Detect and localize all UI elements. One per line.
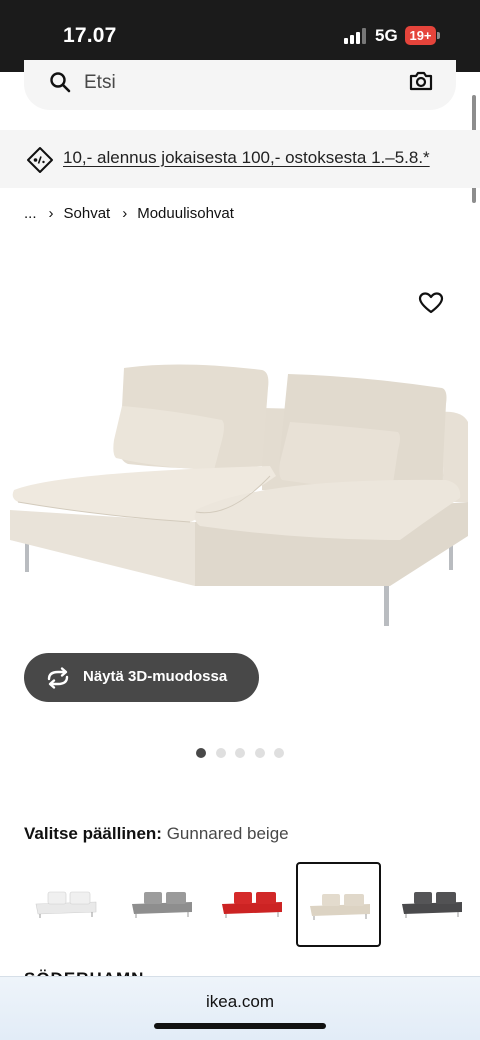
url-text[interactable]: ikea.com <box>0 992 480 1012</box>
swatch-beige-selected[interactable] <box>296 862 381 947</box>
swatch-sofa-thumbnail <box>402 892 462 918</box>
chevron-right-icon: › <box>48 205 54 222</box>
swatch-white[interactable] <box>24 862 109 947</box>
heart-icon[interactable] <box>418 291 444 315</box>
view-3d-button[interactable]: Näytä 3D-muodossa <box>24 653 259 702</box>
breadcrumb: ... › Sohvat › Moduulisohvat <box>24 205 234 222</box>
network-type: 5G <box>375 26 398 45</box>
carousel-dot[interactable] <box>235 748 245 758</box>
battery-tip <box>437 32 440 39</box>
battery-icon: 19+ <box>405 26 436 45</box>
breadcrumb-item-sohvat[interactable]: Sohvat <box>64 205 111 222</box>
promo-banner[interactable]: 10,- alennus jokaisesta 100,- ostoksesta… <box>0 130 480 188</box>
carousel-dots <box>196 748 284 758</box>
swatch-sofa-thumbnail <box>35 891 97 918</box>
search-input[interactable]: Etsi <box>84 72 116 94</box>
camera-icon[interactable] <box>408 69 434 93</box>
cover-selector-label: Valitse päällinen: Gunnared beige <box>24 824 289 844</box>
swatch-sofa-thumbnail <box>310 894 370 920</box>
view-3d-label: Näytä 3D-muodossa <box>83 668 228 685</box>
cover-selected-value: Gunnared beige <box>166 824 289 843</box>
carousel-dot[interactable] <box>215 748 226 758</box>
home-indicator[interactable] <box>154 1023 326 1029</box>
breadcrumb-item-moduulisohvat[interactable]: Moduulisohvat <box>137 205 234 222</box>
carousel-dot[interactable] <box>196 748 206 758</box>
search-bar[interactable]: Etsi <box>24 60 456 110</box>
cover-label: Valitse päällinen: <box>24 824 162 843</box>
swatch-red[interactable] <box>210 862 295 947</box>
breadcrumb-item-ellipsis[interactable]: ... <box>24 205 37 222</box>
browser-url-bar[interactable]: ikea.com <box>0 976 480 1040</box>
cover-swatches <box>24 862 480 947</box>
chevron-right-icon: › <box>122 205 128 222</box>
carousel-dot[interactable] <box>254 748 265 758</box>
swatch-dark-grey[interactable] <box>390 862 475 947</box>
promo-link[interactable]: 10,- alennus jokaisesta 100,- ostoksesta… <box>63 148 430 168</box>
price-tag-icon <box>27 147 53 173</box>
search-icon <box>50 72 71 93</box>
carousel-dot[interactable] <box>274 748 284 758</box>
status-time: 17.07 <box>63 24 117 47</box>
swatch-sofa-thumbnail <box>132 892 192 918</box>
signal-icon <box>344 28 366 44</box>
product-image[interactable] <box>0 240 480 670</box>
rotate-3d-icon <box>47 667 69 689</box>
swatch-sofa-thumbnail <box>222 892 282 918</box>
swatch-grey[interactable] <box>120 862 205 947</box>
